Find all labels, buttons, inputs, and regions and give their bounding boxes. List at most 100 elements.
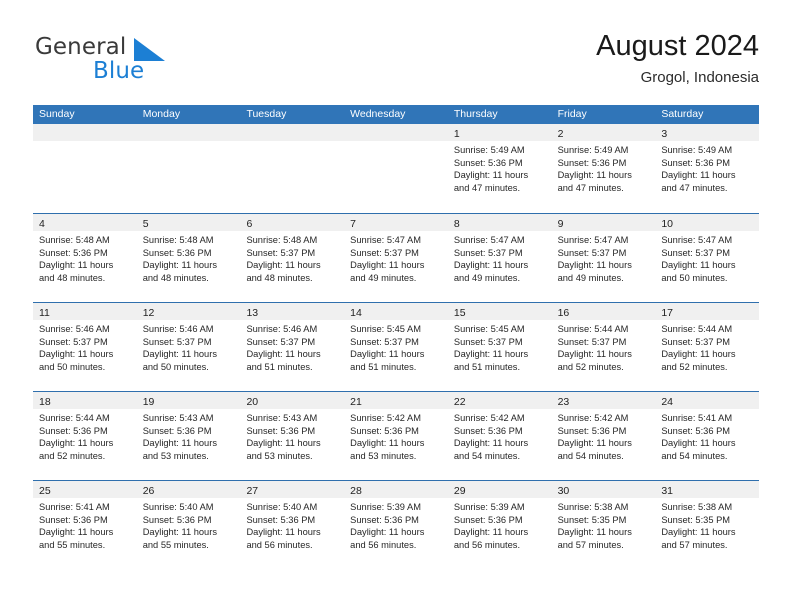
day-number: 17 [661, 307, 673, 319]
day-info-daylight1: Daylight: 11 hours [350, 349, 425, 360]
day-number-band: 12 [136, 303, 241, 320]
day-info-daylight2: and 56 minutes. [453, 539, 521, 550]
day-info-daylight1: Daylight: 11 hours [453, 260, 529, 271]
day-number: 10 [661, 218, 673, 230]
day-info-daylight2: and 55 minutes. [142, 539, 209, 550]
day-info-daylight1: Daylight: 11 hours [557, 349, 632, 360]
calendar-day-cell[interactable]: 17 Sunrise: 5:44 AM Sunset: 5:37 PM Dayligh… [655, 303, 760, 391]
calendar-day-cell[interactable]: 18 Sunrise: 5:44 AM Sunset: 5:36 PM Dayligh… [33, 392, 137, 480]
calendar-day-cell[interactable]: 25 Sunrise: 5:41 AM Sunset: 5:36 PM Dayligh… [33, 481, 137, 569]
calendar-day-cell[interactable]: 14 Sunrise: 5:45 AM Sunset: 5:37 PM Dayligh… [344, 303, 448, 391]
calendar-day-cell[interactable]: 27 Sunrise: 5:40 AM Sunset: 5:36 PM Dayligh… [240, 481, 345, 569]
day-info-sunrise: Sunrise: 5:47 AM [350, 235, 421, 245]
day-info-daylight2: and 56 minutes. [246, 539, 313, 550]
calendar-day-cell[interactable]: 4 Sunrise: 5:48 AM Sunset: 5:36 PM Daylight… [33, 214, 137, 302]
calendar-day-cell[interactable]: 19 Sunrise: 5:43 AM Sunset: 5:36 PM Dayligh… [136, 392, 241, 480]
calendar-day-cell[interactable]: 9 Sunrise: 5:47 AM Sunset: 5:37 PM Daylight… [551, 214, 656, 302]
calendar-day-cell[interactable]: 29 Sunrise: 5:39 AM Sunset: 5:36 PM Dayligh… [447, 481, 552, 569]
calendar-day-cell[interactable]: 5 Sunrise: 5:48 AM Sunset: 5:36 PM Daylight… [136, 214, 241, 302]
day-info-sunrise: Sunrise: 5:47 AM [557, 235, 629, 245]
calendar-day-cell[interactable]: 13 Sunrise: 5:46 AM Sunset: 5:37 PM Dayligh… [240, 303, 345, 391]
day-number-band [33, 124, 137, 141]
day-info-daylight2: and 51 minutes. [350, 361, 417, 372]
day-number: 5 [142, 218, 149, 230]
day-number: 11 [39, 307, 50, 319]
calendar-day-cell[interactable]: 26 Sunrise: 5:40 AM Sunset: 5:36 PM Dayligh… [136, 481, 241, 569]
calendar-day-cell[interactable]: 11 Sunrise: 5:46 AM Sunset: 5:37 PM Dayligh… [33, 303, 137, 391]
calendar-day-cell[interactable]: 8 Sunrise: 5:47 AM Sunset: 5:37 PM Daylight… [447, 214, 552, 302]
day-number: 7 [350, 218, 356, 230]
calendar-day-cell[interactable]: 28 Sunrise: 5:39 AM Sunset: 5:36 PM Dayligh… [344, 481, 448, 569]
day-info-sunset: Sunset: 5:36 PM [453, 514, 523, 525]
day-info-daylight2: and 53 minutes. [142, 450, 209, 461]
weekday-header-wednesday: Wednesday [350, 108, 406, 120]
day-info-sunrise: Sunrise: 5:42 AM [453, 413, 525, 423]
day-info-daylight1: Daylight: 11 hours [246, 260, 321, 271]
calendar-day-cell[interactable]: 7 Sunrise: 5:47 AM Sunset: 5:37 PM Daylight… [344, 214, 448, 302]
calendar-day-cell[interactable]: 31 Sunrise: 5:38 AM Sunset: 5:35 PM Dayligh… [655, 481, 760, 569]
day-number: 23 [557, 396, 570, 408]
calendar-day-cell[interactable]: 3 Sunrise: 5:49 AM Sunset: 5:36 PM Daylight… [655, 124, 760, 213]
brand-logo[interactable]: General Blue [33, 34, 223, 92]
day-number-band: 25 [33, 481, 137, 498]
day-info-sunset: Sunset: 5:36 PM [39, 425, 108, 436]
day-sun-info: Sunrise: 5:44 AM Sunset: 5:37 PM Daylight:… [552, 320, 656, 373]
calendar-day-cell-empty [344, 124, 448, 213]
day-number-band: 27 [240, 481, 345, 498]
calendar-day-cell[interactable]: 20 Sunrise: 5:43 AM Sunset: 5:36 PM Dayligh… [240, 392, 345, 480]
calendar-day-cell[interactable]: 12 Sunrise: 5:46 AM Sunset: 5:37 PM Dayligh… [136, 303, 241, 391]
day-info-daylight2: and 50 minutes. [39, 361, 106, 372]
day-info-sunrise: Sunrise: 5:43 AM [246, 413, 318, 423]
day-info-sunset: Sunset: 5:37 PM [661, 247, 731, 258]
calendar-day-cell[interactable]: 10 Sunrise: 5:47 AM Sunset: 5:37 PM Dayligh… [655, 214, 760, 302]
day-info-sunset: Sunset: 5:37 PM [557, 336, 627, 347]
day-number-band: 28 [344, 481, 448, 498]
calendar-day-cell[interactable]: 24 Sunrise: 5:41 AM Sunset: 5:36 PM Dayligh… [655, 392, 760, 480]
day-number-band: 15 [447, 303, 552, 320]
calendar-day-cell[interactable]: 22 Sunrise: 5:42 AM Sunset: 5:36 PM Dayligh… [447, 392, 552, 480]
day-info-daylight2: and 52 minutes. [39, 450, 106, 461]
day-number-band: 24 [655, 392, 760, 409]
weekday-header-thursday: Thursday [453, 108, 498, 120]
day-info-daylight2: and 48 minutes. [39, 272, 106, 283]
calendar-day-cell-empty [136, 124, 241, 213]
calendar-day-cell-empty [33, 124, 137, 213]
day-info-daylight1: Daylight: 11 hours [453, 527, 529, 538]
calendar-day-cell[interactable]: 21 Sunrise: 5:42 AM Sunset: 5:36 PM Dayligh… [344, 392, 448, 480]
day-sun-info: Sunrise: 5:42 AM Sunset: 5:36 PM Daylight:… [552, 409, 656, 462]
day-info-daylight1: Daylight: 11 hours [39, 349, 114, 360]
day-info-sunrise: Sunrise: 5:42 AM [350, 413, 421, 423]
day-number-band: 8 [447, 214, 552, 231]
day-number-band: 29 [447, 481, 552, 498]
day-info-sunrise: Sunrise: 5:48 AM [246, 235, 318, 245]
day-info-sunset: Sunset: 5:36 PM [39, 247, 108, 258]
day-info-daylight2: and 51 minutes. [246, 361, 313, 372]
day-number-band: 5 [136, 214, 241, 231]
day-sun-info: Sunrise: 5:45 AM Sunset: 5:37 PM Daylight:… [344, 320, 448, 373]
day-number-band: 31 [655, 481, 760, 498]
day-number: 25 [39, 485, 51, 497]
day-sun-info: Sunrise: 5:41 AM Sunset: 5:36 PM Daylight:… [33, 498, 137, 551]
day-sun-info: Sunrise: 5:42 AM Sunset: 5:36 PM Daylight:… [344, 409, 448, 462]
day-number-band [344, 124, 448, 141]
day-info-daylight1: Daylight: 11 hours [661, 438, 736, 449]
day-sun-info: Sunrise: 5:41 AM Sunset: 5:36 PM Daylight:… [655, 409, 759, 462]
day-info-sunrise: Sunrise: 5:43 AM [142, 413, 214, 423]
calendar-day-cell[interactable]: 2 Sunrise: 5:49 AM Sunset: 5:36 PM Daylight… [551, 124, 656, 213]
day-info-sunset: Sunset: 5:36 PM [453, 157, 523, 168]
calendar-day-cell[interactable]: 1 Sunrise: 5:49 AM Sunset: 5:36 PM Daylight… [447, 124, 552, 213]
calendar-day-cell[interactable]: 30 Sunrise: 5:38 AM Sunset: 5:35 PM Dayligh… [551, 481, 656, 569]
day-number: 4 [39, 218, 45, 230]
day-sun-info: Sunrise: 5:38 AM Sunset: 5:35 PM Daylight:… [655, 498, 759, 551]
day-sun-info: Sunrise: 5:44 AM Sunset: 5:36 PM Daylight:… [33, 409, 137, 462]
day-number-band: 1 [447, 124, 552, 141]
day-info-sunrise: Sunrise: 5:48 AM [39, 235, 110, 245]
calendar-day-cell[interactable]: 6 Sunrise: 5:48 AM Sunset: 5:37 PM Daylight… [240, 214, 345, 302]
day-sun-info: Sunrise: 5:47 AM Sunset: 5:37 PM Daylight:… [344, 231, 448, 284]
day-info-daylight2: and 57 minutes. [661, 539, 728, 550]
day-sun-info: Sunrise: 5:38 AM Sunset: 5:35 PM Daylight:… [552, 498, 656, 551]
calendar-day-cell[interactable]: 15 Sunrise: 5:45 AM Sunset: 5:37 PM Dayligh… [447, 303, 552, 391]
calendar-day-cell[interactable]: 23 Sunrise: 5:42 AM Sunset: 5:36 PM Dayligh… [551, 392, 656, 480]
calendar-day-cell[interactable]: 16 Sunrise: 5:44 AM Sunset: 5:37 PM Dayligh… [551, 303, 656, 391]
day-number-band: 26 [136, 481, 241, 498]
